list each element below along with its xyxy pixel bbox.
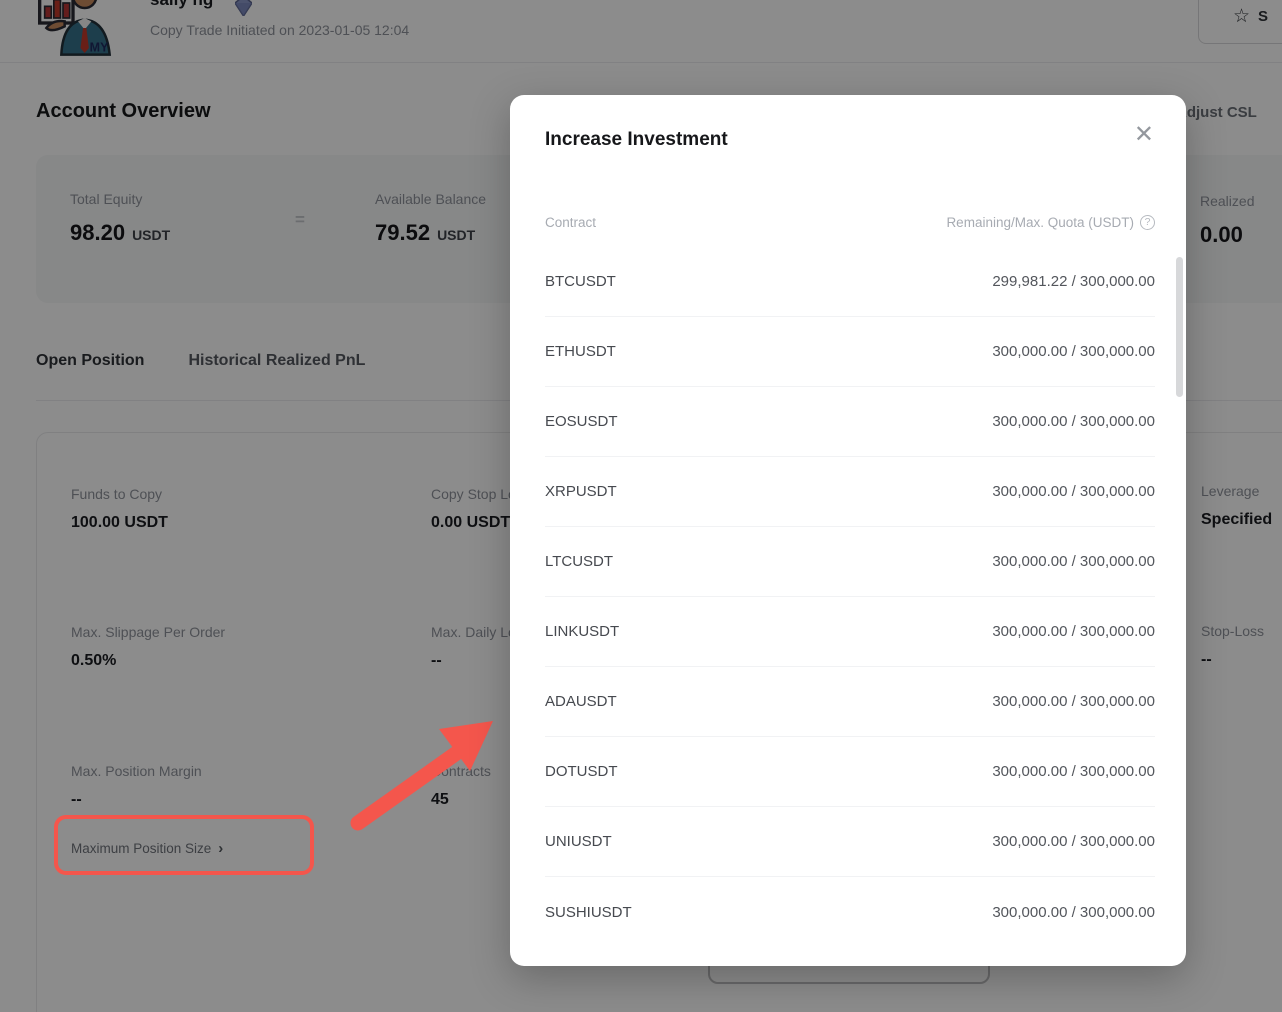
contract-symbol: ADAUSDT bbox=[545, 693, 617, 710]
table-row: UNIUSDT 300,000.00 / 300,000.00 bbox=[545, 807, 1155, 877]
quota-value: 300,000.00 / 300,000.00 bbox=[992, 623, 1155, 640]
contract-symbol: BTCUSDT bbox=[545, 273, 616, 290]
table-row: EOSUSDT 300,000.00 / 300,000.00 bbox=[545, 387, 1155, 457]
quota-value: 300,000.00 / 300,000.00 bbox=[992, 833, 1155, 850]
table-row: LINKUSDT 300,000.00 / 300,000.00 bbox=[545, 597, 1155, 667]
quota-value: 300,000.00 / 300,000.00 bbox=[992, 693, 1155, 710]
contract-symbol: UNIUSDT bbox=[545, 833, 612, 850]
contract-symbol: XRPUSDT bbox=[545, 483, 617, 500]
table-row: LTCUSDT 300,000.00 / 300,000.00 bbox=[545, 527, 1155, 597]
screen: MY sally ng Copy Trade Initiated on 2023… bbox=[0, 0, 1282, 1012]
quota-value: 300,000.00 / 300,000.00 bbox=[992, 483, 1155, 500]
quota-value: 299,981.22 / 300,000.00 bbox=[992, 273, 1155, 290]
contract-symbol: ETHUSDT bbox=[545, 343, 616, 360]
contract-symbol: LTCUSDT bbox=[545, 553, 614, 570]
table-row: SUSHIUSDT 300,000.00 / 300,000.00 bbox=[545, 877, 1155, 947]
modal-table-header: Contract Remaining/Max. Quota (USDT) ? bbox=[545, 215, 1155, 230]
table-row: ADAUSDT 300,000.00 / 300,000.00 bbox=[545, 667, 1155, 737]
modal-title: Increase Investment bbox=[545, 129, 728, 150]
contract-symbol: DOTUSDT bbox=[545, 763, 618, 780]
table-row: DOTUSDT 300,000.00 / 300,000.00 bbox=[545, 737, 1155, 807]
column-contract: Contract bbox=[545, 215, 597, 230]
close-icon[interactable]: ✕ bbox=[1134, 123, 1154, 147]
table-row: XRPUSDT 300,000.00 / 300,000.00 bbox=[545, 457, 1155, 527]
question-circle-icon[interactable]: ? bbox=[1140, 215, 1155, 230]
increase-investment-modal: Increase Investment ✕ Contract Remaining… bbox=[510, 95, 1186, 966]
quota-value: 300,000.00 / 300,000.00 bbox=[992, 553, 1155, 570]
quota-list: BTCUSDT 299,981.22 / 300,000.00 ETHUSDT … bbox=[510, 247, 1186, 947]
modal-scrollbar[interactable] bbox=[1176, 257, 1183, 397]
contract-symbol: SUSHIUSDT bbox=[545, 903, 632, 921]
column-quota: Remaining/Max. Quota (USDT) bbox=[946, 215, 1134, 230]
quota-value: 300,000.00 / 300,000.00 bbox=[992, 343, 1155, 360]
quota-value: 300,000.00 / 300,000.00 bbox=[992, 763, 1155, 780]
contract-symbol: LINKUSDT bbox=[545, 623, 620, 640]
quota-value: 300,000.00 / 300,000.00 bbox=[992, 903, 1155, 921]
table-row: ETHUSDT 300,000.00 / 300,000.00 bbox=[545, 317, 1155, 387]
quota-value: 300,000.00 / 300,000.00 bbox=[992, 413, 1155, 430]
contract-symbol: EOSUSDT bbox=[545, 413, 618, 430]
table-row: BTCUSDT 299,981.22 / 300,000.00 bbox=[545, 247, 1155, 317]
